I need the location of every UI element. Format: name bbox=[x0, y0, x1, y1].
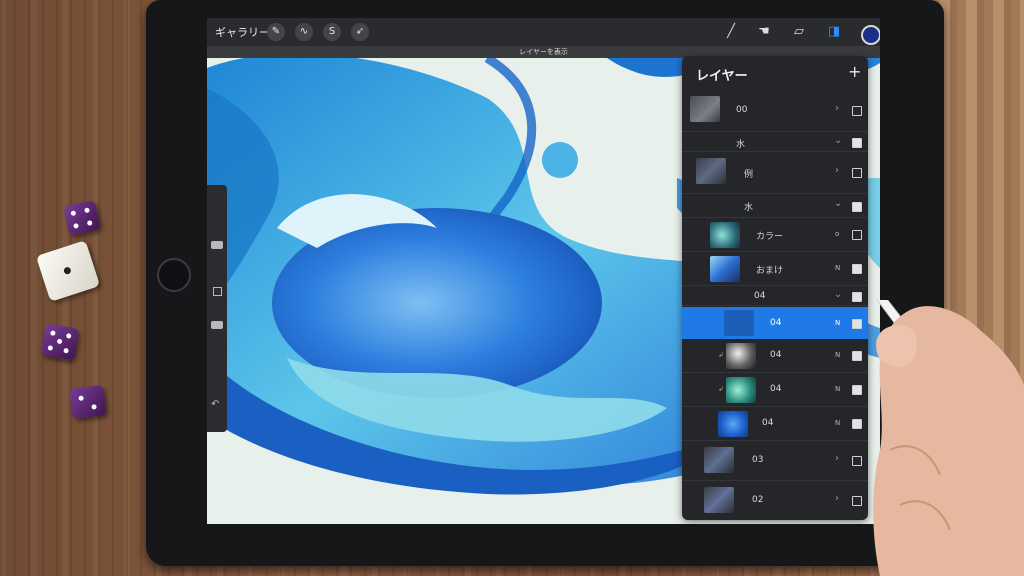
visibility-checkbox[interactable] bbox=[852, 419, 862, 429]
gallery-button[interactable]: ギャラリー bbox=[215, 24, 270, 40]
group-name: 水 bbox=[744, 203, 754, 213]
opacity-slider[interactable] bbox=[211, 321, 223, 329]
group-name: 04 bbox=[754, 291, 766, 301]
blend-mode-label[interactable]: N bbox=[835, 419, 840, 427]
visibility-checkbox[interactable] bbox=[852, 319, 862, 329]
undo-icon[interactable]: ↶ bbox=[211, 399, 219, 410]
visibility-checkbox[interactable] bbox=[852, 456, 862, 466]
visibility-checkbox[interactable] bbox=[852, 292, 862, 302]
adjustments-icon[interactable]: ∿ bbox=[295, 23, 313, 41]
layer-row[interactable]: ↲ 04 N bbox=[682, 339, 868, 373]
hand-with-stylus bbox=[873, 300, 1024, 576]
brush-size-slider[interactable] bbox=[211, 241, 223, 249]
brush-size-sidebar[interactable]: ↶ bbox=[207, 185, 227, 432]
layer-name: 例 bbox=[744, 170, 754, 180]
visibility-checkbox[interactable] bbox=[852, 351, 862, 361]
visibility-checkbox[interactable] bbox=[852, 202, 862, 212]
group-header-row[interactable]: 水 ⌄ bbox=[682, 194, 868, 218]
chevron-right-icon[interactable]: › bbox=[835, 165, 839, 176]
brush-icon[interactable]: ╱ bbox=[722, 23, 740, 41]
chevron-down-icon[interactable]: ⌄ bbox=[834, 135, 842, 146]
blend-mode-label[interactable]: N bbox=[835, 264, 840, 272]
visibility-checkbox[interactable] bbox=[852, 106, 862, 116]
chevron-right-icon[interactable]: › bbox=[835, 453, 839, 464]
layer-row[interactable]: 04 N bbox=[682, 407, 868, 441]
layer-row[interactable]: 例 › bbox=[682, 152, 868, 194]
layer-name: カラー bbox=[756, 232, 784, 242]
group-header-row[interactable]: 水 ⌄ bbox=[682, 132, 868, 152]
chevron-right-icon[interactable]: › bbox=[835, 493, 839, 504]
color-picker-icon[interactable] bbox=[861, 25, 880, 45]
chevron-right-icon[interactable]: › bbox=[835, 103, 839, 114]
layer-thumbnail bbox=[724, 310, 754, 336]
blend-mode-label[interactable]: N bbox=[835, 351, 840, 359]
smudge-icon[interactable]: ☚ bbox=[755, 23, 773, 41]
layer-row[interactable]: 03 › bbox=[682, 441, 868, 481]
layer-row[interactable]: 02 › bbox=[682, 481, 868, 520]
clipping-mask-icon: ↲ bbox=[718, 385, 724, 393]
modify-button[interactable] bbox=[213, 287, 222, 296]
layers-icon[interactable]: ◨ bbox=[825, 23, 843, 41]
layer-name: 02 bbox=[752, 495, 764, 505]
layer-name: 04 bbox=[770, 384, 782, 394]
layer-row[interactable]: 00 › bbox=[682, 90, 868, 132]
visibility-checkbox[interactable] bbox=[852, 385, 862, 395]
layer-row[interactable]: カラー o bbox=[682, 218, 868, 252]
visibility-checkbox[interactable] bbox=[852, 138, 862, 148]
visibility-checkbox[interactable] bbox=[852, 230, 862, 240]
home-button[interactable] bbox=[157, 258, 191, 292]
purple-die bbox=[69, 385, 107, 419]
blend-mode-label[interactable]: o bbox=[835, 230, 839, 238]
blend-mode-label[interactable]: N bbox=[835, 385, 840, 393]
layer-name: 04 bbox=[770, 350, 782, 360]
layer-thumbnail bbox=[696, 158, 726, 184]
layer-name: 04 bbox=[770, 318, 782, 328]
visibility-checkbox[interactable] bbox=[852, 496, 862, 506]
layers-panel: レイヤー + 00 › 水 ⌄ 例 › 水 ⌄ カラー o おまけ N 04 ⌄… bbox=[682, 56, 868, 520]
layer-thumbnail bbox=[704, 447, 734, 473]
layers-panel-title: レイヤー bbox=[696, 69, 748, 84]
eraser-icon[interactable]: ▱ bbox=[790, 23, 808, 41]
layer-name: おまけ bbox=[756, 266, 784, 276]
layer-name: 04 bbox=[762, 418, 774, 428]
blend-mode-label[interactable]: N bbox=[835, 319, 840, 327]
chevron-down-icon[interactable]: ⌄ bbox=[834, 289, 842, 300]
clipping-mask-icon: ↲ bbox=[718, 351, 724, 359]
layer-thumbnail bbox=[710, 222, 740, 248]
layer-thumbnail bbox=[690, 96, 720, 122]
layer-thumbnail bbox=[704, 487, 734, 513]
add-layer-icon[interactable]: + bbox=[848, 62, 861, 81]
layer-name: 03 bbox=[752, 455, 764, 465]
group-name: 水 bbox=[736, 140, 746, 150]
layer-name: 00 bbox=[736, 105, 748, 115]
layer-row[interactable]: ↲ 04 N bbox=[682, 373, 868, 407]
selection-icon[interactable]: S bbox=[323, 23, 341, 41]
layer-thumbnail bbox=[726, 343, 756, 369]
layer-thumbnail bbox=[726, 377, 756, 403]
layer-row-selected[interactable]: 04 N bbox=[682, 307, 868, 339]
transform-icon[interactable]: ➶ bbox=[351, 23, 369, 41]
chevron-down-icon[interactable]: ⌄ bbox=[834, 198, 842, 209]
visibility-checkbox[interactable] bbox=[852, 168, 862, 178]
layer-row[interactable]: おまけ N bbox=[682, 252, 868, 286]
layer-thumbnail bbox=[718, 411, 748, 437]
group-header-row[interactable]: 04 ⌄ bbox=[682, 286, 868, 306]
top-toolbar: ギャラリー ✎ ∿ S ➶ ╱ ☚ ▱ ◨ bbox=[207, 18, 880, 46]
wrench-icon[interactable]: ✎ bbox=[267, 23, 285, 41]
purple-die bbox=[40, 323, 80, 361]
layer-thumbnail bbox=[710, 256, 740, 282]
visibility-checkbox[interactable] bbox=[852, 264, 862, 274]
